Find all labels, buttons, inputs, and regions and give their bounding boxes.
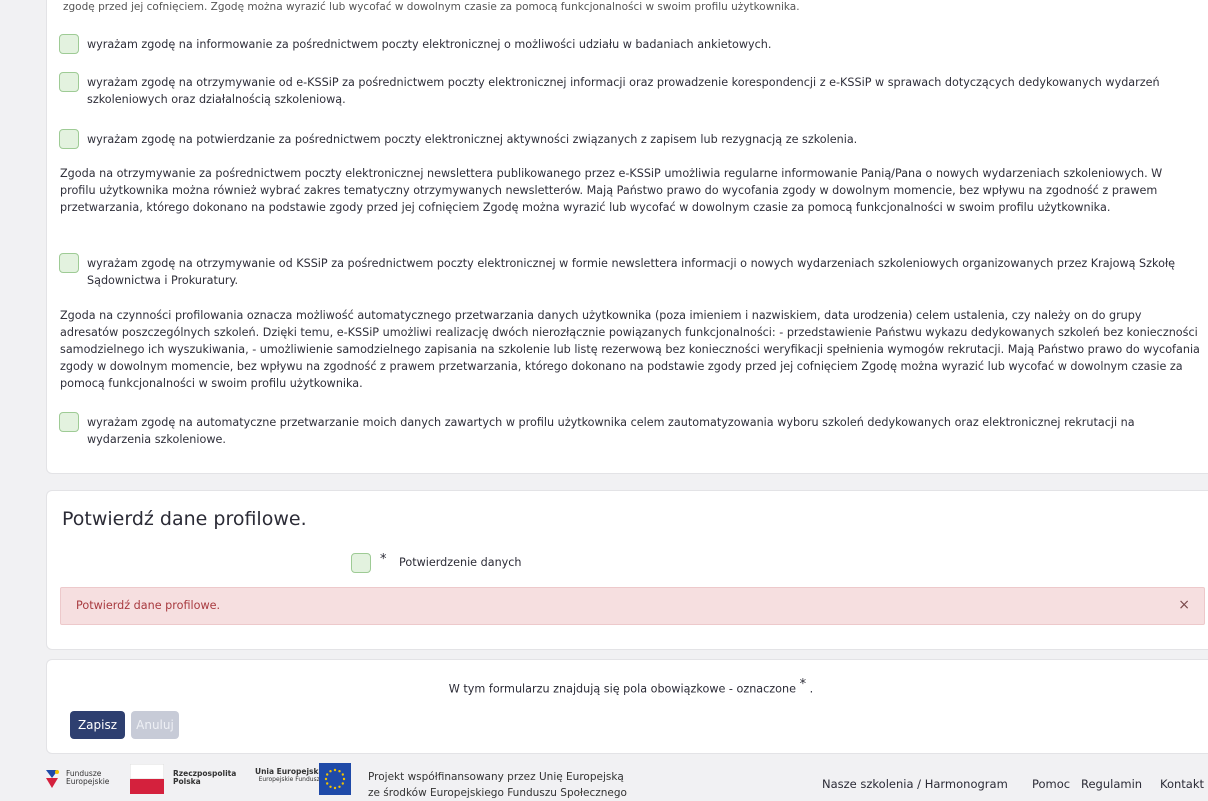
consent-profiling-label: wyrażam zgodę na automatyczne przetwarza…: [87, 416, 1135, 446]
eu-logo-text: Unia Europejska Europejskie Fundusze: [255, 768, 324, 784]
footer-link-terms[interactable]: Regulamin: [1081, 777, 1142, 791]
required-star: *: [380, 552, 387, 567]
error-alert: Potwierdź dane profilowe. ×: [60, 587, 1205, 625]
poland-logo-text: Rzeczpospolita Polska: [173, 770, 236, 786]
form-actions-card: W tym formularzu znajdują się pola obowi…: [46, 659, 1208, 754]
project-funding-text: Projekt współfinansowany przez Unię Euro…: [368, 769, 627, 801]
consent-correspondence-checkbox[interactable]: [59, 72, 79, 92]
footer-link-help[interactable]: Pomoc: [1032, 777, 1070, 791]
consent-correspondence-label: wyrażam zgodę na otrzymywanie od e-KSSiP…: [87, 76, 1160, 106]
required-note-text: W tym formularzu znajdują się pola obowi…: [448, 682, 797, 696]
consent-profiling-checkbox[interactable]: [59, 412, 79, 432]
profile-confirm-checkbox[interactable]: [351, 553, 371, 573]
alert-message: Potwierdź dane profilowe.: [76, 599, 221, 612]
close-icon[interactable]: ×: [1178, 597, 1190, 613]
truncated-consent-text: zgodę przed jej cofnięciem. Zgodę można …: [63, 1, 800, 13]
poland-flag-icon: [130, 764, 164, 794]
funds-logo-line2: Europejskie: [66, 777, 110, 786]
profile-confirm-title: Potwierdź dane profilowe.: [62, 508, 307, 530]
consent-activity-checkbox[interactable]: [59, 129, 79, 149]
eu-logo-line2: Europejskie Fundusze: [258, 776, 324, 783]
consent-newsletter-checkbox[interactable]: [59, 253, 79, 273]
funds-logo-icon: [46, 770, 59, 788]
footer: Fundusze Europejskie Rzeczpospolita Pols…: [0, 758, 1208, 799]
project-funding-line2: ze środków Europejskiego Funduszu Społec…: [368, 787, 627, 799]
profile-confirm-card: Potwierdź dane profilowe. * Potwierdzeni…: [46, 490, 1208, 650]
footer-link-contact[interactable]: Kontakt: [1160, 777, 1204, 791]
consent-activity-label: wyrażam zgodę na potwierdzanie za pośred…: [87, 133, 858, 146]
profiling-info-text: Zgoda na czynności profilowania oznacza …: [60, 309, 1200, 390]
consent-surveys-checkbox[interactable]: [59, 34, 79, 54]
eu-flag-icon: [319, 763, 351, 795]
consent-surveys-label: wyrażam zgodę na informowanie za pośredn…: [87, 38, 772, 51]
required-star: *: [799, 677, 807, 692]
profile-confirm-label: Potwierdzenie danych: [399, 556, 522, 569]
poland-logo-line2: Polska: [173, 777, 201, 786]
cancel-button[interactable]: Anuluj: [131, 711, 179, 739]
eu-logo-line1: Unia Europejska: [255, 767, 324, 776]
footer-link-trainings[interactable]: Nasze szkolenia / Harmonogram: [822, 777, 1008, 791]
required-fields-note: W tym formularzu znajdują się pola obowi…: [47, 677, 1208, 696]
save-button[interactable]: Zapisz: [70, 711, 125, 739]
funds-logo-text: Fundusze Europejskie: [66, 770, 109, 786]
required-note-dot: .: [809, 682, 814, 696]
project-funding-line1: Projekt współfinansowany przez Unię Euro…: [368, 771, 624, 783]
newsletter-info-text: Zgoda na otrzymywanie za pośrednictwem p…: [60, 167, 1163, 214]
consent-newsletter-label: wyrażam zgodę na otrzymywanie od KSSiP z…: [87, 257, 1176, 287]
consents-card: zgodę przed jej cofnięciem. Zgodę można …: [46, 0, 1208, 474]
